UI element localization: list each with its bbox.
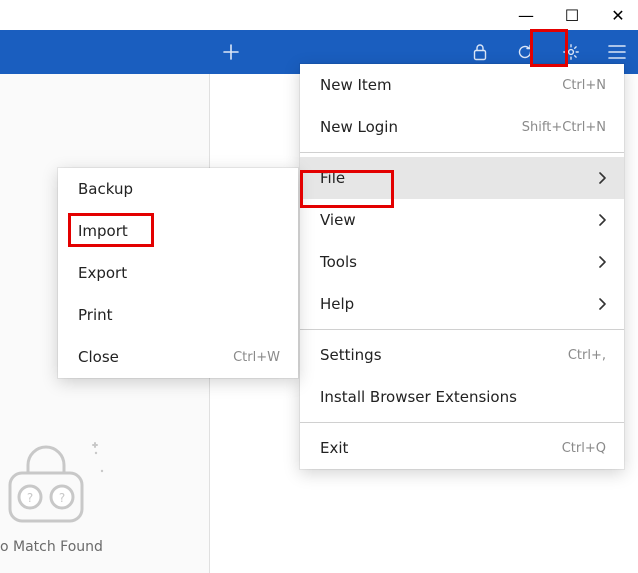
main_menu-separator bbox=[300, 422, 624, 423]
empty-illustration-icon: ? ? bbox=[0, 435, 110, 525]
menu-item-shortcut: Shift+Ctrl+N bbox=[522, 120, 606, 135]
empty-state: ? ? o Match Found bbox=[0, 435, 110, 555]
menu-item-label: Settings bbox=[320, 346, 382, 364]
main_menu-item-help[interactable]: Help bbox=[300, 283, 624, 325]
menu-item-label: View bbox=[320, 211, 356, 229]
refresh-icon[interactable] bbox=[516, 43, 534, 61]
menu-item-label: Backup bbox=[78, 180, 133, 198]
main_menu-item-install-browser-extensions[interactable]: Install Browser Extensions bbox=[300, 376, 624, 418]
svg-text:?: ? bbox=[27, 491, 33, 505]
main_menu-item-exit[interactable]: Exit Ctrl+Q bbox=[300, 427, 624, 469]
gear-icon[interactable] bbox=[562, 43, 580, 61]
main_menu-item-new-login[interactable]: New Login Shift+Ctrl+N bbox=[300, 106, 624, 148]
minimize-button[interactable]: — bbox=[514, 6, 538, 25]
empty-state-text: o Match Found bbox=[0, 539, 103, 555]
menu-item-label: Exit bbox=[320, 439, 348, 457]
main_menu-separator bbox=[300, 329, 624, 330]
main_menu-item-settings[interactable]: Settings Ctrl+, bbox=[300, 334, 624, 376]
main_menu-item-tools[interactable]: Tools bbox=[300, 241, 624, 283]
file-submenu: Backup Import Export Print Close Ctrl+W bbox=[58, 168, 298, 378]
menu-item-label: Close bbox=[78, 348, 119, 366]
menu-item-label: Help bbox=[320, 295, 354, 313]
file_submenu-item-export[interactable]: Export bbox=[58, 252, 298, 294]
menu-item-label: Install Browser Extensions bbox=[320, 388, 517, 406]
maximize-button[interactable]: ☐ bbox=[560, 6, 584, 25]
menu-item-label: Import bbox=[78, 222, 128, 240]
chevron-right-icon bbox=[598, 256, 606, 268]
menu-item-shortcut: Ctrl+, bbox=[568, 348, 606, 363]
close-button[interactable]: ✕ bbox=[606, 6, 630, 25]
menu-item-label: New Item bbox=[320, 76, 392, 94]
menu-item-label: File bbox=[320, 169, 345, 187]
main_menu-item-new-item[interactable]: New Item Ctrl+N bbox=[300, 64, 624, 106]
menu-item-label: Tools bbox=[320, 253, 357, 271]
menu-item-shortcut: Ctrl+Q bbox=[562, 441, 606, 456]
lock-icon[interactable] bbox=[472, 43, 488, 61]
menu-item-label: Export bbox=[78, 264, 127, 282]
menu-item-label: New Login bbox=[320, 118, 398, 136]
menu-item-label: Print bbox=[78, 306, 113, 324]
main_menu-separator bbox=[300, 152, 624, 153]
hamburger-icon[interactable] bbox=[608, 45, 626, 59]
window-titlebar: — ☐ ✕ bbox=[0, 0, 638, 30]
add-button[interactable] bbox=[222, 30, 240, 74]
file_submenu-item-print[interactable]: Print bbox=[58, 294, 298, 336]
main_menu-item-view[interactable]: View bbox=[300, 199, 624, 241]
menu-item-shortcut: Ctrl+W bbox=[233, 350, 280, 365]
settings-menu: New Item Ctrl+N New Login Shift+Ctrl+N File V… bbox=[300, 64, 624, 469]
svg-text:?: ? bbox=[59, 491, 65, 505]
chevron-right-icon bbox=[598, 172, 606, 184]
file_submenu-item-import[interactable]: Import bbox=[58, 210, 298, 252]
main_menu-item-file[interactable]: File bbox=[300, 157, 624, 199]
file_submenu-item-backup[interactable]: Backup bbox=[58, 168, 298, 210]
file_submenu-item-close[interactable]: Close Ctrl+W bbox=[58, 336, 298, 378]
chevron-right-icon bbox=[598, 214, 606, 226]
chevron-right-icon bbox=[598, 298, 606, 310]
menu-item-shortcut: Ctrl+N bbox=[562, 78, 606, 93]
